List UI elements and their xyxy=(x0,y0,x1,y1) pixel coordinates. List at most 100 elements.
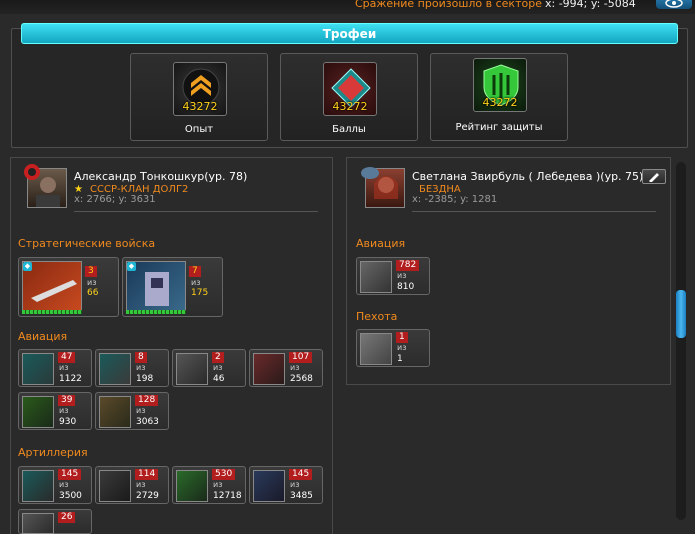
unit-aircraft-icon xyxy=(99,353,131,385)
unit-artillery-icon xyxy=(22,470,54,502)
edit-button[interactable] xyxy=(642,169,666,184)
scrollbar[interactable] xyxy=(676,162,686,520)
unit-card[interactable]: 145 из 3485 xyxy=(249,466,323,504)
unit-of-label: из xyxy=(290,480,300,489)
unit-of-label: из xyxy=(397,343,407,352)
sector-message: Сражение произошло в секторе xyxy=(355,0,542,10)
trophies-panel: Трофеи 43272 Опыт 43272 Баллы 43272 Рейт… xyxy=(11,23,688,148)
unit-count: 47 xyxy=(58,352,76,363)
unit-aircraft-icon xyxy=(360,261,392,293)
unit-total: 12718 xyxy=(213,491,242,501)
trophy-experience: 43272 Опыт xyxy=(130,53,268,141)
unit-of-label: из xyxy=(213,363,223,372)
diamond-points-icon: 43272 xyxy=(323,62,377,116)
unit-card[interactable]: 782 из 810 xyxy=(356,257,430,295)
unit-count: 128 xyxy=(135,395,159,406)
defender-coords: x: -2385; y: 1281 xyxy=(412,194,498,205)
unit-count: 782 xyxy=(396,260,420,271)
trophy-points: 43272 Баллы xyxy=(280,53,418,141)
unit-of-label: из xyxy=(59,363,69,372)
hp-bar xyxy=(126,310,186,314)
unit-card[interactable]: 1 из 1 xyxy=(356,329,430,367)
trophy-experience-value: 43272 xyxy=(182,100,218,113)
unit-count: 7 xyxy=(189,266,201,277)
unit-card[interactable]: 2 из 46 xyxy=(172,349,246,387)
unit-total: 930 xyxy=(59,417,77,427)
unit-card[interactable]: 47 из 1122 xyxy=(18,349,92,387)
unit-total: 46 xyxy=(213,374,225,384)
unit-card[interactable]: 114 из 2729 xyxy=(95,466,169,504)
pencil-icon xyxy=(649,172,659,182)
unit-card[interactable]: 26 xyxy=(18,509,92,534)
unit-of-label: из xyxy=(87,278,97,287)
trophy-defense-rating: 43272 Рейтинг защиты xyxy=(430,53,568,141)
divider xyxy=(412,211,656,212)
trophies-title: Трофеи xyxy=(21,23,678,44)
trophy-experience-label: Опыт xyxy=(184,124,214,135)
unit-of-label: из xyxy=(136,406,146,415)
unit-card[interactable]: 128 из 3063 xyxy=(95,392,169,430)
unit-total: 2729 xyxy=(136,491,159,501)
section-title-infantry: Пехота xyxy=(356,310,398,323)
unit-aircraft-icon xyxy=(176,353,208,385)
unit-total: 1122 xyxy=(59,374,82,384)
unit-card[interactable]: ◆ 7 из 175 xyxy=(122,257,223,317)
divider xyxy=(74,211,318,212)
attacker-coords: x: 2766; y: 3631 xyxy=(74,194,156,205)
unit-count: 145 xyxy=(58,469,82,480)
unit-aircraft-icon xyxy=(22,353,54,385)
unit-of-label: из xyxy=(59,480,69,489)
unit-aircraft-icon xyxy=(253,353,285,385)
unit-card[interactable]: 107 из 2568 xyxy=(249,349,323,387)
scroll-thumb[interactable] xyxy=(676,290,686,338)
unit-of-label: из xyxy=(290,363,300,372)
unit-total: 2568 xyxy=(290,374,313,384)
shield-rating-icon: 43272 xyxy=(473,58,527,112)
unit-total: 810 xyxy=(397,282,415,292)
section-title-aviation: Авиация xyxy=(356,237,406,250)
unit-artillery-icon xyxy=(22,513,54,534)
view-battle-button[interactable] xyxy=(656,0,692,9)
unit-infantry-icon xyxy=(360,333,392,365)
clan-emblem-icon xyxy=(24,164,40,180)
unit-count: 39 xyxy=(58,395,76,406)
eye-icon xyxy=(665,0,683,8)
unit-total: 198 xyxy=(136,374,154,384)
unit-card[interactable]: 145 из 3500 xyxy=(18,466,92,504)
unit-total: 1 xyxy=(397,354,403,364)
unit-of-label: из xyxy=(136,480,146,489)
clan-emblem-icon xyxy=(361,167,379,179)
trophy-defense-label: Рейтинг защиты xyxy=(455,122,543,133)
unit-total: 175 xyxy=(191,288,209,298)
shield-badge-icon: ◆ xyxy=(23,262,32,271)
unit-card[interactable]: 8 из 198 xyxy=(95,349,169,387)
unit-total: 3500 xyxy=(59,491,82,501)
trophy-points-value: 43272 xyxy=(332,100,368,113)
unit-artillery-icon xyxy=(99,470,131,502)
unit-artillery-icon xyxy=(253,470,285,502)
defender-name[interactable]: Светлана Звирбуль ( Лебедева )(ур. 75) xyxy=(412,170,643,183)
trophy-points-label: Баллы xyxy=(332,124,366,135)
unit-of-label: из xyxy=(397,271,407,280)
unit-count: 8 xyxy=(135,352,147,363)
unit-card[interactable]: 39 из 930 xyxy=(18,392,92,430)
unit-count: 530 xyxy=(212,469,236,480)
attacker-name[interactable]: Александр Тонкошкур(ур. 78) xyxy=(74,170,247,183)
hp-bar xyxy=(22,310,82,314)
unit-count: 26 xyxy=(58,512,76,523)
unit-aircraft-icon xyxy=(22,396,54,428)
unit-count: 2 xyxy=(212,352,224,363)
unit-of-label: из xyxy=(59,406,69,415)
unit-total: 3063 xyxy=(136,417,159,427)
unit-of-label: из xyxy=(136,363,146,372)
unit-count: 107 xyxy=(289,352,313,363)
unit-card[interactable]: ◆ 3 из 66 xyxy=(18,257,119,317)
unit-total: 3485 xyxy=(290,491,313,501)
unit-count: 114 xyxy=(135,469,159,480)
unit-count: 3 xyxy=(85,266,97,277)
unit-card[interactable]: 530 из 12718 xyxy=(172,466,246,504)
shield-badge-icon: ◆ xyxy=(127,262,136,271)
unit-artillery-icon xyxy=(176,470,208,502)
unit-aircraft-icon xyxy=(99,396,131,428)
unit-of-label: из xyxy=(191,278,201,287)
